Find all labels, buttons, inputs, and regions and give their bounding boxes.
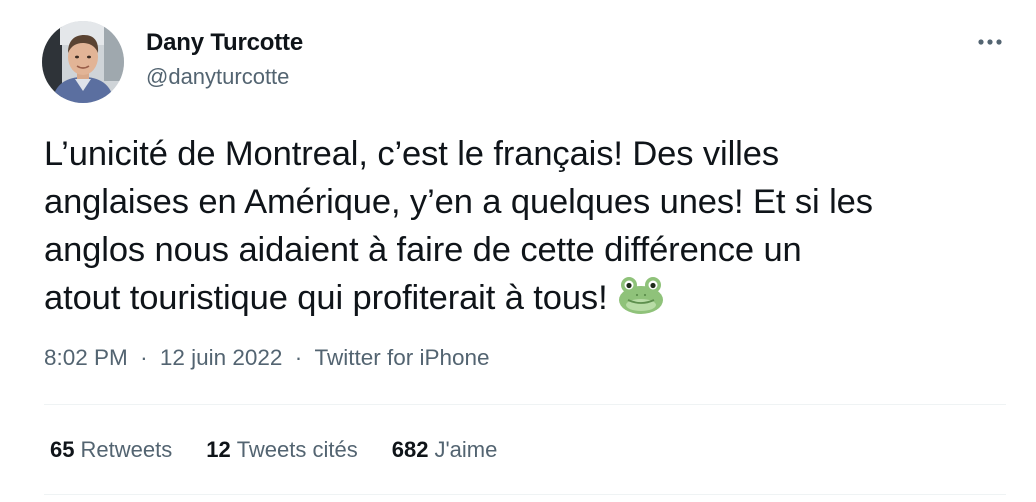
divider xyxy=(44,404,1006,405)
author-name[interactable]: Dany Turcotte xyxy=(146,29,303,57)
tweet-text-line: atout touristique qui profiterait à tous… xyxy=(44,279,608,317)
more-options-button[interactable] xyxy=(972,28,1008,56)
retweets-stat[interactable]: 65 Retweets xyxy=(50,437,172,463)
avatar[interactable] xyxy=(42,21,124,103)
likes-count: 682 xyxy=(391,437,429,462)
quote-tweets-count: 12 xyxy=(206,437,231,462)
likes-stat[interactable]: 682 J'aime xyxy=(392,437,498,463)
quote-tweets-label: Tweets cités xyxy=(236,437,358,462)
retweets-label: Retweets xyxy=(80,437,173,462)
divider xyxy=(44,494,1006,495)
retweets-count: 65 xyxy=(50,437,75,462)
tweet-text: L’unicité de Montreal, c’est le français… xyxy=(44,130,1014,322)
tweet-text-line: anglaises en Amérique, y’en a quelques u… xyxy=(44,183,873,221)
author-handle[interactable]: @danyturcotte xyxy=(146,64,289,90)
quote-tweets-stat[interactable]: 12 Tweets cités xyxy=(206,437,358,463)
tweet-text-line: L’unicité de Montreal, c’est le français… xyxy=(44,135,779,173)
tweet-meta: 8:02 PM · 12 juin 2022 · Twitter for iPh… xyxy=(44,345,490,371)
tweet-text-line: anglos nous aidaient à faire de cette di… xyxy=(44,231,802,269)
frog-face-emoji-icon xyxy=(616,275,666,315)
tweet-stats: 65 Retweets 12 Tweets cités 682 J'aime xyxy=(50,437,497,463)
meta-separator: · xyxy=(294,345,303,370)
tweet-card: Dany Turcotte @danyturcotte L’unicité de… xyxy=(0,0,1036,502)
meta-separator: · xyxy=(140,345,148,370)
tweet-date[interactable]: 12 juin 2022 xyxy=(160,345,283,371)
tweet-time[interactable]: 8:02 PM xyxy=(44,345,128,371)
tweet-text-line-last: atout touristique qui profiterait à tous… xyxy=(44,274,1014,322)
more-horizontal-icon xyxy=(972,28,1008,56)
tweet-source[interactable]: Twitter for iPhone xyxy=(314,345,489,371)
likes-label: J'aime xyxy=(434,437,498,462)
